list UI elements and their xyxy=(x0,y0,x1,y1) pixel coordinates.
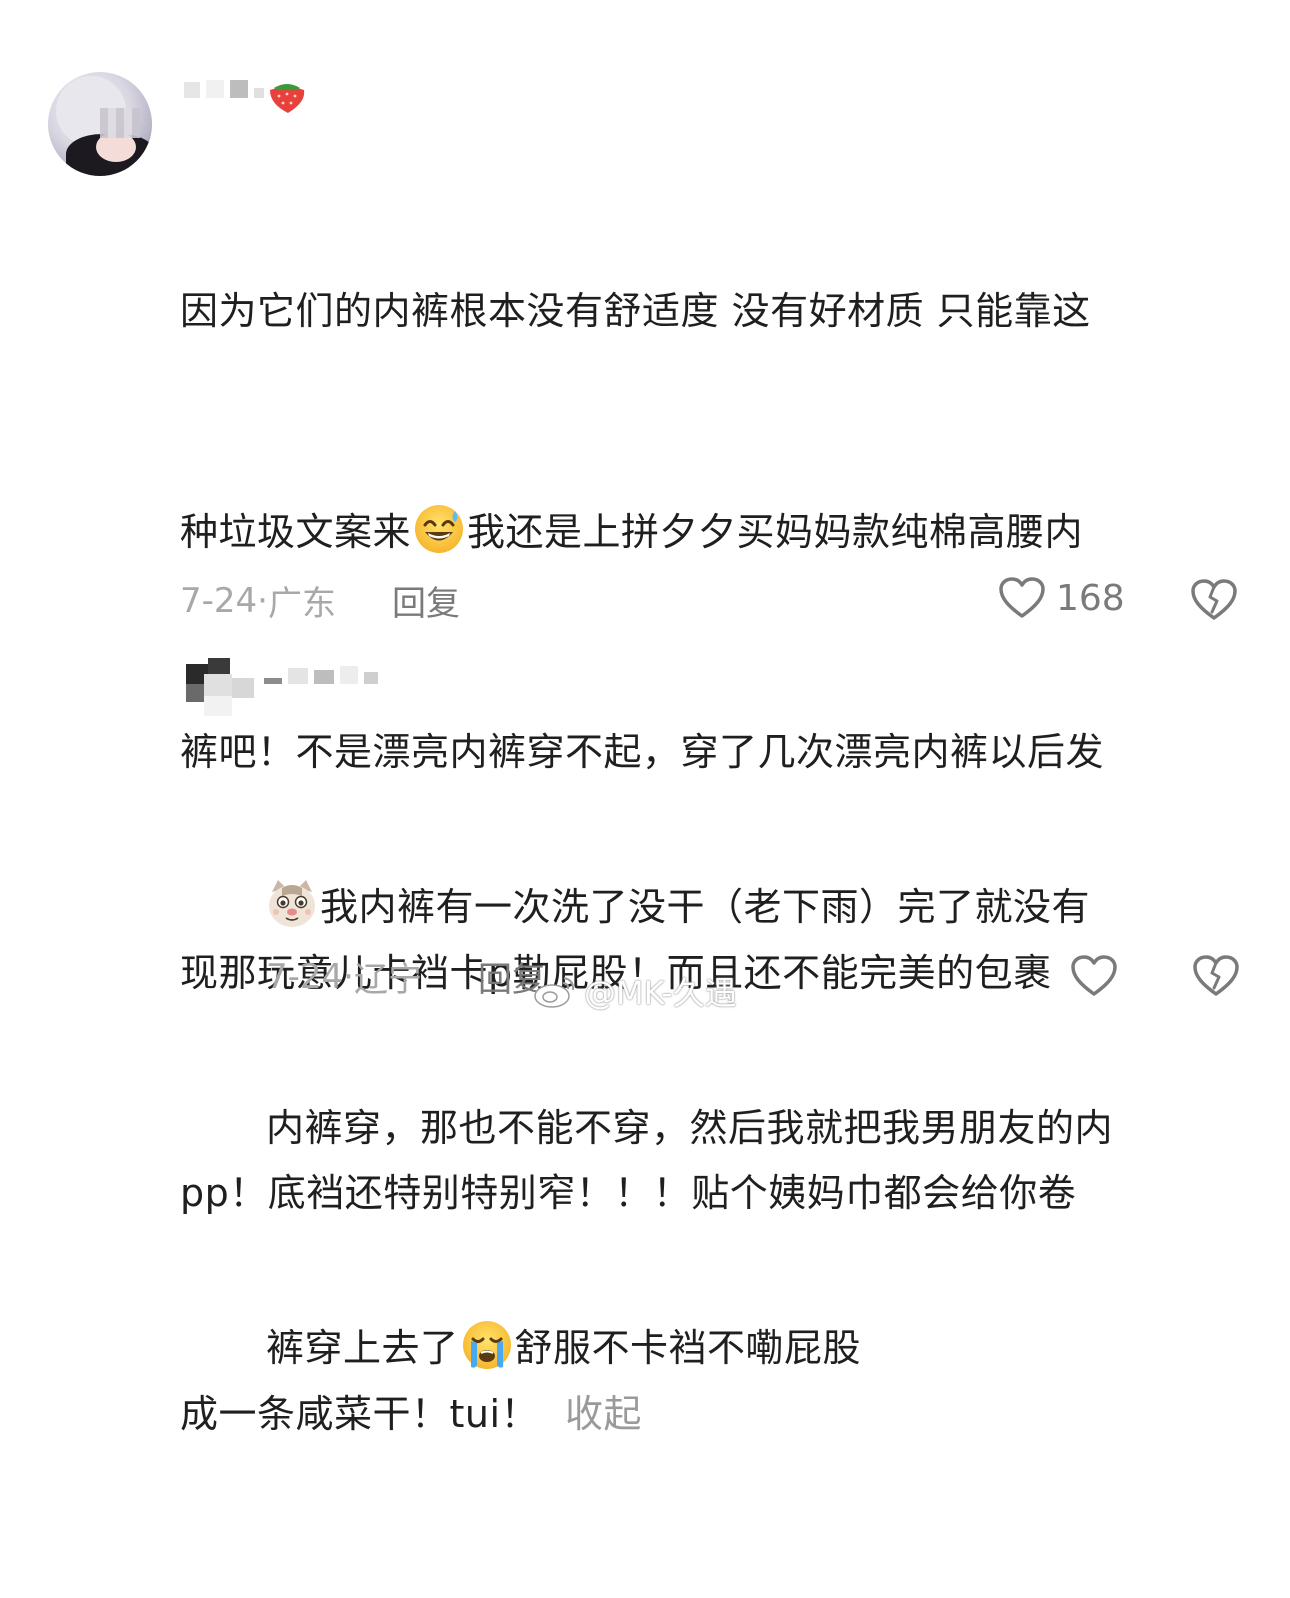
meta-dot: · xyxy=(343,956,354,997)
avatar-blur-mosaic xyxy=(100,108,140,138)
comment-text-line: 内裤穿，那也不能不穿，然后我就把我男朋友的内 xyxy=(266,1105,1114,1150)
username-mosaic[interactable] xyxy=(184,80,264,98)
watermark: @MK-久遇 xyxy=(532,968,737,1014)
reply-comment-item: 我内裤有一次洗了没干（老下雨）完了就没有 内裤穿，那也不能不穿，然后我就把我男朋… xyxy=(0,640,1290,1370)
comment-text: 我内裤有一次洗了没干（老下雨）完了就没有 内裤穿，那也不能不穿，然后我就把我男朋… xyxy=(266,724,1246,1533)
strawberry-badge-icon xyxy=(270,84,305,113)
comment-text-line: 裤穿上去了 舒服不卡裆不嘞屁股 xyxy=(266,1312,1246,1386)
comment-meta: 7-24 · 广东 回复 xyxy=(180,576,460,625)
crying-face-emoji-icon xyxy=(462,1321,511,1369)
comment-meta: 7-24 · 辽宁 回复 xyxy=(266,952,546,1001)
user-avatar[interactable] xyxy=(48,72,152,176)
comment-text-line: 我内裤有一次洗了没干（老下雨）完了就没有 xyxy=(266,871,1246,945)
watermark-text: @MK-久遇 xyxy=(584,974,737,1012)
comment-text-segment: 我还是上拼夕夕买妈妈款纯棉高腰内 xyxy=(467,509,1084,554)
username-mosaic[interactable] xyxy=(264,666,378,684)
user-avatar[interactable] xyxy=(186,658,254,716)
comment-date: 7-24 xyxy=(266,956,344,997)
avatar-mosaic-icon xyxy=(186,658,254,716)
heart-icon xyxy=(999,577,1045,618)
cat-face-emoji-icon xyxy=(269,880,315,927)
comment-date: 7-24 xyxy=(180,580,258,621)
heart-icon xyxy=(1071,955,1117,996)
comment-item: 因为它们的内裤根本没有舒适度 没有好材质 只能靠这 种垃圾文案来 我还是上拼夕夕买… xyxy=(0,0,1290,1436)
comment-location: 广东 xyxy=(267,584,336,624)
dislike-button[interactable] xyxy=(1190,578,1238,626)
meta-dot: · xyxy=(257,580,268,621)
comment-text-segment: 舒服不卡裆不嘞屁股 xyxy=(514,1326,862,1370)
comment-text-line: 种垃圾文案来 我还是上拼夕夕买妈妈款纯棉高腰内 xyxy=(180,496,1260,570)
comment-text-segment: 我内裤有一次洗了没干（老下雨）完了就没有 xyxy=(320,885,1091,929)
broken-heart-icon xyxy=(1191,579,1237,620)
broken-heart-icon xyxy=(1193,955,1239,996)
comment-text-line: 因为它们的内裤根本没有舒适度 没有好材质 只能靠这 xyxy=(180,289,1091,333)
reply-button[interactable]: 回复 xyxy=(392,576,460,625)
like-button[interactable] xyxy=(1070,954,1118,998)
weibo-icon xyxy=(534,977,575,1008)
like-count: 168 xyxy=(1056,577,1125,619)
grinning-sweat-emoji-icon xyxy=(415,504,464,553)
comment-text-segment: 种垃圾文案来 xyxy=(180,509,412,554)
comment-text-segment: 裤穿上去了 xyxy=(266,1326,459,1370)
dislike-button[interactable] xyxy=(1192,954,1240,1002)
comment-location: 辽宁 xyxy=(353,960,422,1000)
like-button[interactable]: 168 xyxy=(998,576,1125,620)
